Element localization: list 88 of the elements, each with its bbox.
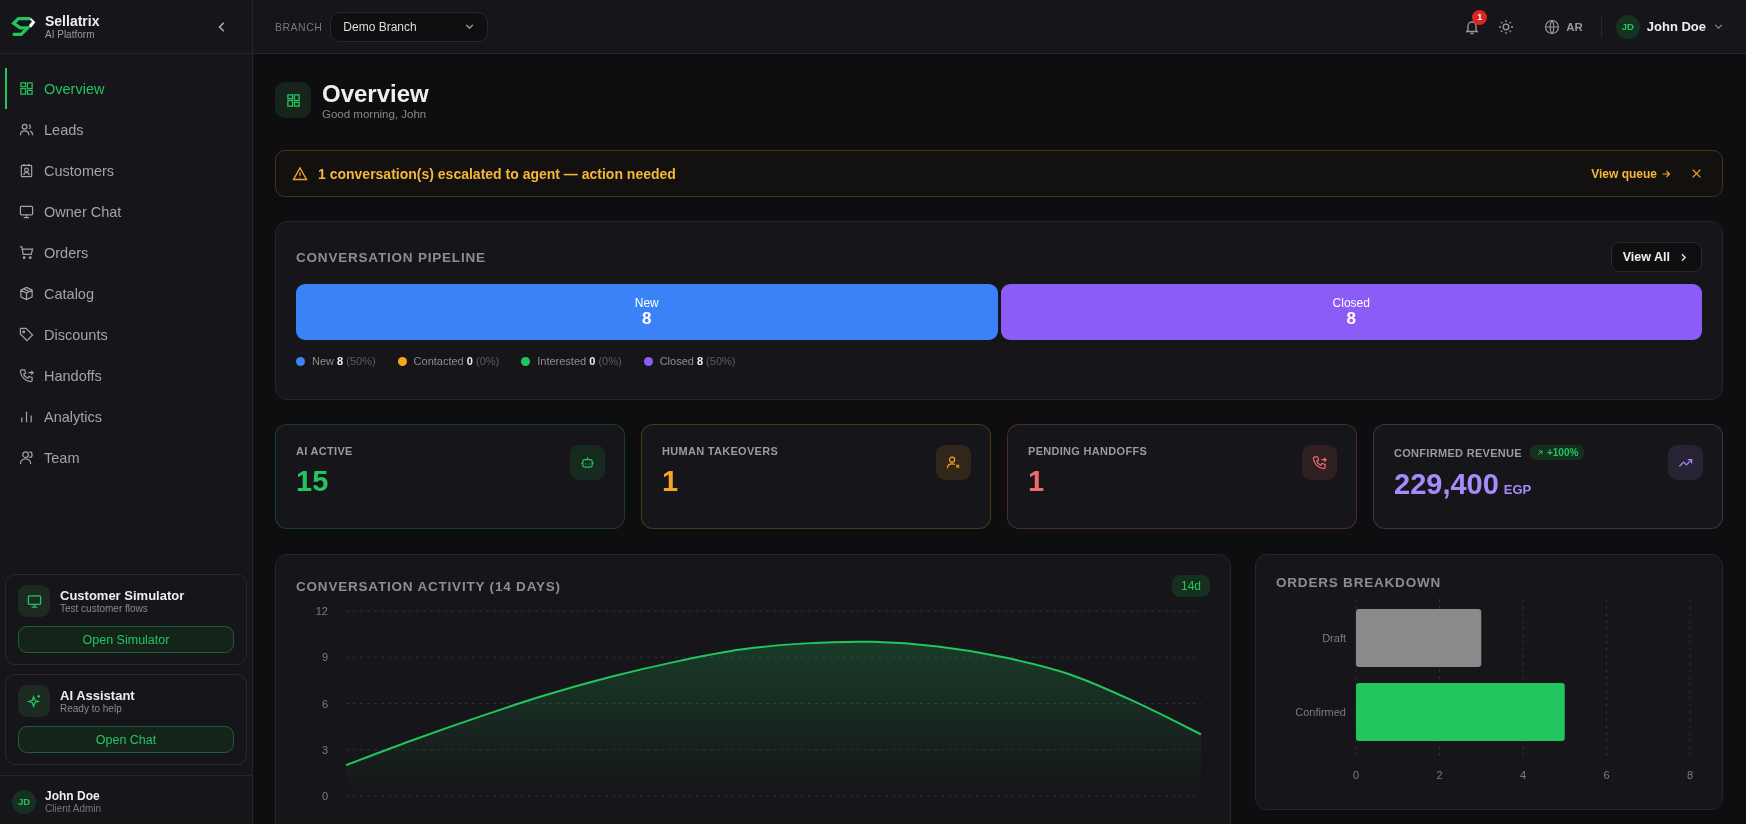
close-icon[interactable]	[1691, 168, 1702, 179]
card-title: CONVERSATION ACTIVITY (14 DAYS)	[296, 578, 561, 594]
user-menu[interactable]: JD John Doe	[1615, 14, 1724, 39]
phone-arrow-icon	[1312, 455, 1327, 470]
cart-icon	[19, 245, 34, 260]
nav-item[interactable]: Overview	[5, 68, 252, 109]
y-tick-label: 6	[321, 697, 328, 710]
user-icon	[19, 450, 34, 465]
y-tick-label: 3	[321, 743, 328, 756]
page-title: Overview	[322, 80, 429, 108]
user-role: Client Admin	[45, 803, 102, 814]
nav-item[interactable]: Catalog	[5, 273, 252, 314]
promo-subtitle: Ready to help	[60, 703, 123, 714]
stat-value: 15	[296, 465, 329, 498]
branch-label: BRANCH	[275, 20, 323, 33]
range-badge: 14d	[1171, 575, 1210, 597]
nav-item[interactable]: Orders	[5, 232, 252, 273]
open-button[interactable]: Open Simulator	[18, 626, 234, 653]
change-badge: +100%	[1529, 445, 1585, 460]
promo-subtitle: Test customer flows	[60, 603, 149, 614]
bars-icon	[19, 409, 34, 424]
phone-icon	[19, 368, 34, 383]
sun-icon[interactable]	[1498, 18, 1515, 35]
users-icon	[19, 122, 34, 137]
y-tick-label: 0	[321, 790, 328, 802]
page-subtitle: Good morning, John	[322, 108, 428, 120]
brand-subtitle: AI Platform	[45, 29, 96, 40]
legend-label: Interested 0 (0%)	[537, 355, 622, 367]
tag-icon	[19, 327, 34, 342]
monitor-icon	[26, 593, 42, 609]
x-tick-label: 4	[1519, 769, 1527, 781]
stat-label: AI ACTIVE	[296, 445, 353, 457]
arrow-right-icon	[1661, 168, 1671, 179]
nav-item[interactable]: Leads	[5, 109, 252, 150]
legend-label: Contacted 0 (0%)	[413, 355, 500, 367]
promo-title: AI Assistant	[60, 688, 135, 703]
card-title: CONVERSATION PIPELINE	[296, 249, 486, 265]
brand-name: Sellatrix	[45, 13, 100, 29]
user-name: John Doe	[1646, 19, 1706, 34]
y-tick-label: 12	[315, 605, 328, 617]
x-tick-label: 6	[1603, 769, 1610, 781]
category-label: Draft	[1322, 632, 1346, 644]
stat-label: HUMAN TAKEOVERS	[662, 445, 779, 457]
grid-icon	[19, 81, 34, 96]
stat-value: 229,400	[1394, 468, 1499, 501]
x-tick-label: 2	[1436, 769, 1443, 781]
box-icon	[19, 286, 34, 301]
branch-select[interactable]: Demo Branch	[330, 11, 489, 42]
stat-label: PENDING HANDOFFS	[1028, 445, 1148, 457]
stat-value: 1	[662, 465, 679, 498]
currency-unit: EGP	[1503, 482, 1532, 497]
stat-value: 1	[1028, 465, 1045, 498]
avatar: JD	[1615, 14, 1640, 39]
promo-title: Customer Simulator	[60, 588, 185, 603]
warning-icon	[292, 165, 308, 182]
x-tick-label: 8	[1686, 769, 1694, 781]
legend-label: New 8 (50%)	[312, 355, 376, 367]
grid-icon	[285, 92, 301, 108]
nav-item[interactable]: Handoffs	[5, 355, 252, 396]
y-tick-label: 9	[321, 651, 328, 664]
language-button[interactable]: AR	[1544, 18, 1583, 35]
nav-item[interactable]: Analytics	[5, 396, 252, 437]
legend-label: Closed 8 (50%)	[659, 355, 736, 367]
view-all-button[interactable]: View All	[1610, 242, 1702, 272]
nav-item[interactable]: Team	[5, 437, 252, 478]
nav-item[interactable]: Discounts	[5, 314, 252, 355]
card-title: ORDERS BREAKDOWN	[1276, 575, 1442, 590]
sparkle-icon	[26, 693, 42, 709]
monitor-icon	[19, 204, 34, 219]
x-tick-label: 0	[1352, 769, 1360, 781]
user-x-icon	[946, 455, 961, 470]
arrow-up-right-icon	[1535, 448, 1544, 457]
globe-icon	[1544, 18, 1561, 35]
view-queue-link[interactable]: View queue	[1591, 166, 1671, 181]
user-name: John Doe	[45, 789, 101, 803]
bell-icon[interactable]	[1464, 18, 1481, 35]
robot-icon	[580, 455, 595, 470]
open-button[interactable]: Open Chat	[18, 726, 234, 753]
pipeline-segment[interactable]: New 8	[296, 284, 998, 340]
nav-item[interactable]: Owner Chat	[5, 191, 252, 232]
contact-icon	[19, 163, 34, 178]
category-label: Confirmed	[1295, 706, 1346, 718]
pipeline-segment[interactable]: Closed 8	[1000, 284, 1702, 340]
nav-item[interactable]: Customers	[5, 150, 252, 191]
notification-badge: 1	[1472, 9, 1488, 25]
stat-label: CONFIRMED REVENUE	[1394, 446, 1522, 459]
avatar: JD	[12, 789, 36, 814]
alert-message: 1 conversation(s) escalated to agent — action needed	[318, 165, 677, 182]
